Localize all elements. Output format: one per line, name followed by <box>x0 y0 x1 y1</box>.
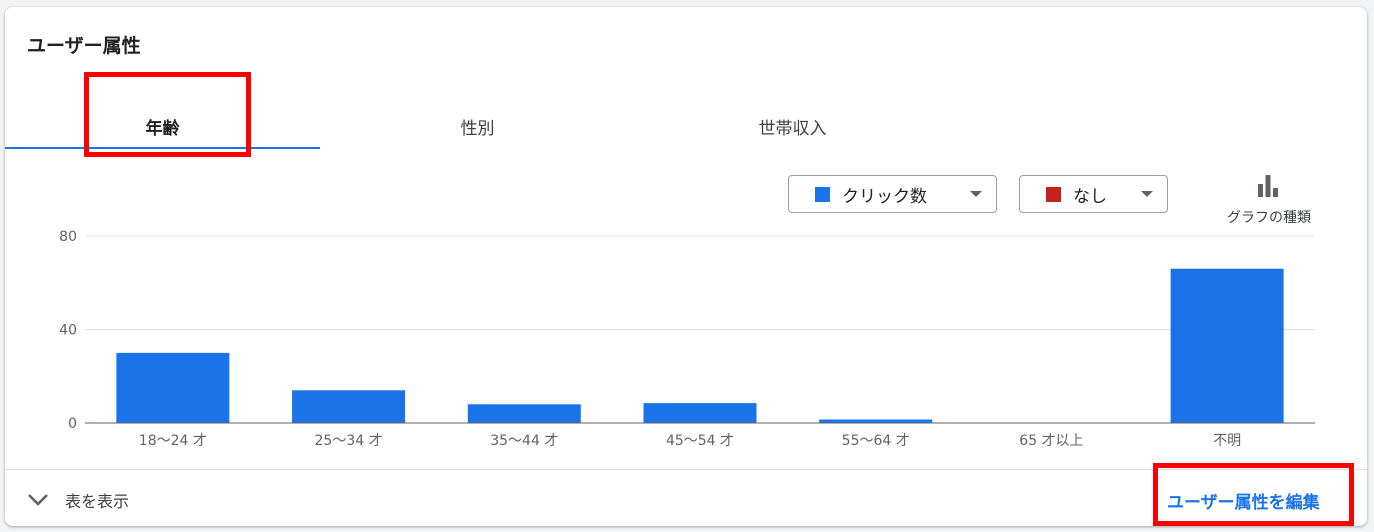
show-table-toggle[interactable]: 表を表示 <box>27 485 129 515</box>
y-tick-label: 80 <box>59 229 77 245</box>
y-tick-label: 0 <box>68 416 77 432</box>
x-tick-label: 45〜54 才 <box>666 433 734 449</box>
x-tick-label: 25〜34 才 <box>315 433 383 449</box>
x-tick-label: 35〜44 才 <box>490 433 558 449</box>
x-tick-label: 不明 <box>1213 433 1241 449</box>
bar-7 <box>1170 268 1284 423</box>
edit-demographics-link[interactable]: ユーザー属性を編集 <box>1167 485 1320 515</box>
bar-5 <box>819 419 933 423</box>
bar-3 <box>467 404 581 423</box>
footer-divider <box>5 469 1367 470</box>
y-tick-label: 40 <box>59 323 77 339</box>
bar-1 <box>116 352 230 423</box>
x-tick-label: 55〜64 才 <box>842 433 910 449</box>
bar-4 <box>643 403 757 423</box>
bar-chart: 0 40 80 18〜24 才 25〜34 才 35〜44 才 45〜54 才 55〜64 才… <box>59 229 1315 449</box>
chevron-down-icon <box>28 494 48 506</box>
show-table-label: 表を表示 <box>65 492 130 511</box>
demographics-card: ユーザー属性 年齢 性別 世帯収入 クリック数 なし グラフの種類 0 40 80 1… <box>5 7 1367 526</box>
x-tick-label: 65 才以上 <box>1019 433 1083 449</box>
bar-2 <box>292 390 406 423</box>
x-tick-label: 18〜24 才 <box>139 433 207 449</box>
